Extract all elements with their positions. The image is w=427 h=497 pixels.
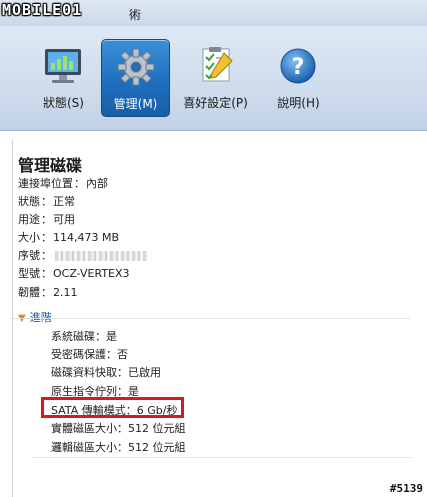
manage-button-label: 管理(M): [113, 97, 158, 111]
mobile01-watermark-logo: MOBILE01: [2, 1, 83, 19]
field-row: 用途：可用: [18, 213, 75, 226]
advanced-label-text: 系統磁碟: [51, 330, 95, 343]
field-row: 序號：: [18, 247, 147, 263]
field-value: 114,473 MB: [53, 231, 120, 244]
help-question-icon: ?: [280, 48, 316, 84]
advanced-row: 磁碟資料快取：已啟用: [51, 366, 161, 379]
checklist-icon: [202, 47, 233, 82]
manage-button[interactable]: 管理(M): [101, 39, 170, 117]
advanced-value: 否: [117, 348, 128, 361]
serial-redacted: [55, 251, 147, 261]
field-label: 型號: [18, 267, 40, 280]
page-title: 管理磁碟: [18, 156, 83, 175]
field-label: 狀態: [18, 195, 40, 208]
window-title: 術: [129, 8, 142, 22]
advanced-label-text: 邏輯磁區大小: [51, 441, 117, 454]
status-button[interactable]: 狀態(S): [29, 39, 98, 117]
advanced-row: 實體磁區大小：512 位元組: [51, 422, 186, 435]
field-row: 型號：OCZ-VERTEX3: [18, 267, 130, 280]
field-row: 韌體：2.11: [18, 286, 78, 299]
field-label: 韌體: [18, 286, 40, 299]
status-button-label: 狀態(S): [43, 96, 84, 110]
advanced-label-text: 實體磁區大小: [51, 422, 117, 435]
preferences-button[interactable]: 喜好設定(P): [181, 39, 250, 117]
field-label: 大小: [18, 231, 40, 244]
post-id-watermark: #5139: [389, 482, 423, 495]
advanced-divider: [10, 318, 410, 319]
gear-icon: [117, 48, 155, 86]
field-value: 可用: [53, 213, 75, 226]
help-button[interactable]: ? 說明(H): [264, 39, 333, 117]
advanced-toggle[interactable]: ▼進階: [18, 309, 52, 325]
advanced-row: 邏輯磁區大小：512 位元組: [51, 441, 186, 454]
preferences-button-label: 喜好設定(P): [183, 96, 248, 110]
advanced-value: 已啟用: [128, 366, 161, 379]
field-value: OCZ-VERTEX3: [53, 267, 130, 280]
field-label: 用途: [18, 213, 40, 226]
advanced-row: 系統磁碟：是: [51, 330, 117, 343]
advanced-row: 受密碼保護：否: [51, 348, 128, 361]
bottom-divider: [32, 457, 412, 458]
field-row: 狀態：正常: [18, 195, 75, 208]
field-value: 2.11: [53, 286, 78, 299]
sata-highlight-box: [41, 397, 184, 418]
monitor-chart-icon: [45, 49, 81, 83]
field-label: 序號: [18, 249, 40, 262]
advanced-label-text: 磁碟資料快取: [51, 366, 117, 379]
advanced-value: 是: [106, 330, 117, 343]
svg-text:?: ?: [292, 55, 305, 80]
field-row: 大小：114,473 MB: [18, 231, 120, 244]
help-button-label: 說明(H): [277, 96, 320, 110]
main-toolbar: 狀態(S) 管理(M) 喜好設定(P) ? 說明(H): [0, 26, 427, 131]
window-title-bar: MOBILE01 術: [0, 0, 427, 26]
advanced-label-text: 受密碼保護: [51, 348, 106, 361]
advanced-value: 512 位元組: [128, 441, 186, 454]
field-value: 正常: [53, 195, 75, 208]
field-value: 內部: [86, 177, 108, 190]
advanced-value: 512 位元組: [128, 422, 186, 435]
field-label: 連接埠位置: [18, 177, 73, 190]
field-row: 連接埠位置：內部: [18, 177, 108, 190]
